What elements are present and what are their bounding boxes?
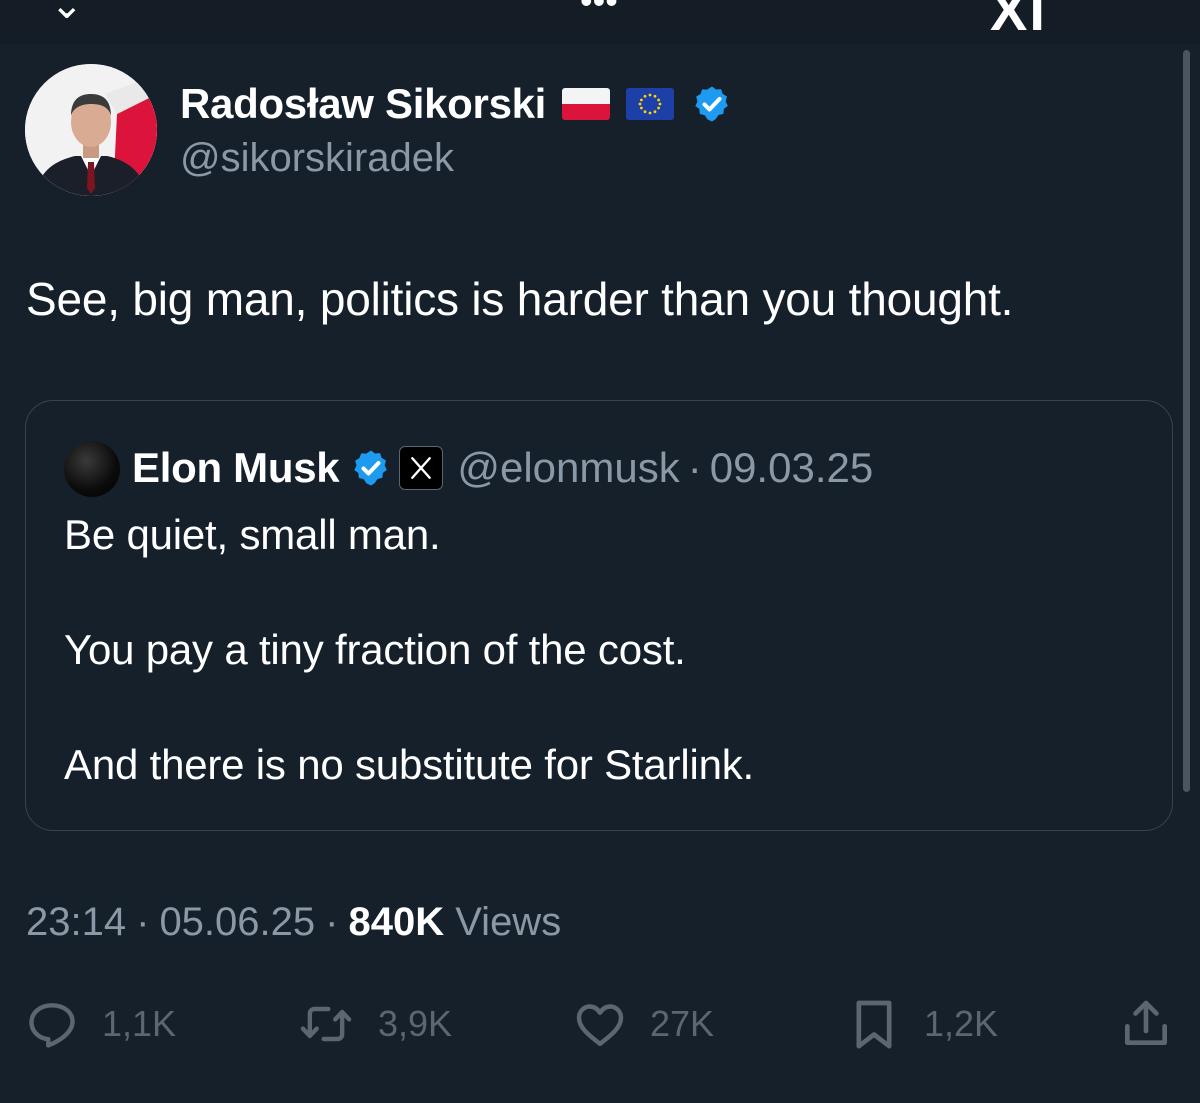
- quoted-separator: ·: [687, 444, 702, 491]
- quoted-line-1: Be quiet, small man.: [64, 511, 441, 558]
- quoted-verified-badge-icon[interactable]: [351, 448, 391, 488]
- quoted-tweet-card[interactable]: Elon Musk @elonmusk · 09.03.25 Be quiet,…: [25, 400, 1173, 831]
- views-count: 840K: [348, 900, 445, 944]
- tweet-text: See, big man, politics is harder than yo…: [26, 273, 1014, 325]
- quoted-line-3: And there is no substitute for Starlink.: [64, 741, 755, 788]
- tweet-date[interactable]: 05.06.25: [159, 900, 315, 944]
- like-button[interactable]: 27K: [572, 996, 714, 1052]
- eu-flag-icon: [626, 88, 675, 120]
- like-count: 27K: [650, 1003, 715, 1044]
- retweet-button[interactable]: 3,9K: [296, 996, 452, 1052]
- scrollbar[interactable]: [1183, 50, 1190, 792]
- verified-badge-icon[interactable]: [692, 84, 732, 124]
- reply-icon: [29, 1003, 75, 1048]
- views-label: Views: [455, 900, 562, 944]
- meta-separator-2: ·: [325, 900, 339, 944]
- share-icon: [1125, 1000, 1167, 1045]
- heart-icon: [576, 1004, 624, 1047]
- author-avatar-image: [25, 64, 157, 196]
- quoted-author-handle[interactable]: @elonmusk: [457, 444, 679, 492]
- reply-count: 1,1K: [102, 1003, 177, 1044]
- quoted-author-name[interactable]: Elon Musk: [132, 444, 340, 492]
- bookmark-count: 1,2K: [924, 1003, 999, 1044]
- top-bar: ⌄ ••• XI: [0, 0, 1200, 44]
- author-name-row[interactable]: Radosław Sikorski: [180, 76, 732, 132]
- author-display-name[interactable]: Radosław Sikorski: [180, 80, 546, 128]
- author-handle[interactable]: @sikorskiradek: [180, 136, 454, 181]
- bookmark-button[interactable]: 1,2K: [846, 996, 998, 1052]
- quoted-author-avatar[interactable]: [64, 441, 120, 497]
- author-avatar[interactable]: [25, 64, 157, 196]
- retweet-count: 3,9K: [378, 1003, 453, 1044]
- x-affiliate-badge-icon[interactable]: [399, 446, 444, 490]
- tweet-meta: 23:14 · 05.06.25 · 840K Views: [26, 900, 561, 945]
- reply-button[interactable]: 1,1K: [24, 996, 176, 1052]
- retweet-icon: [300, 1006, 352, 1042]
- tweet-time[interactable]: 23:14: [26, 900, 126, 944]
- quoted-line-2: You pay a tiny fraction of the cost.: [64, 626, 686, 673]
- more-options-icon[interactable]: •••: [580, 0, 618, 22]
- x-logo-icon: XI: [990, 0, 1047, 42]
- back-arrow-icon[interactable]: ⌄: [50, 0, 84, 28]
- quoted-header: Elon Musk @elonmusk · 09.03.25: [132, 439, 873, 497]
- poland-flag-icon: [562, 88, 611, 120]
- quoted-date[interactable]: 09.03.25: [710, 444, 874, 492]
- share-button[interactable]: [1118, 996, 1174, 1052]
- meta-separator-1: ·: [136, 900, 150, 944]
- bookmark-icon: [856, 1000, 892, 1049]
